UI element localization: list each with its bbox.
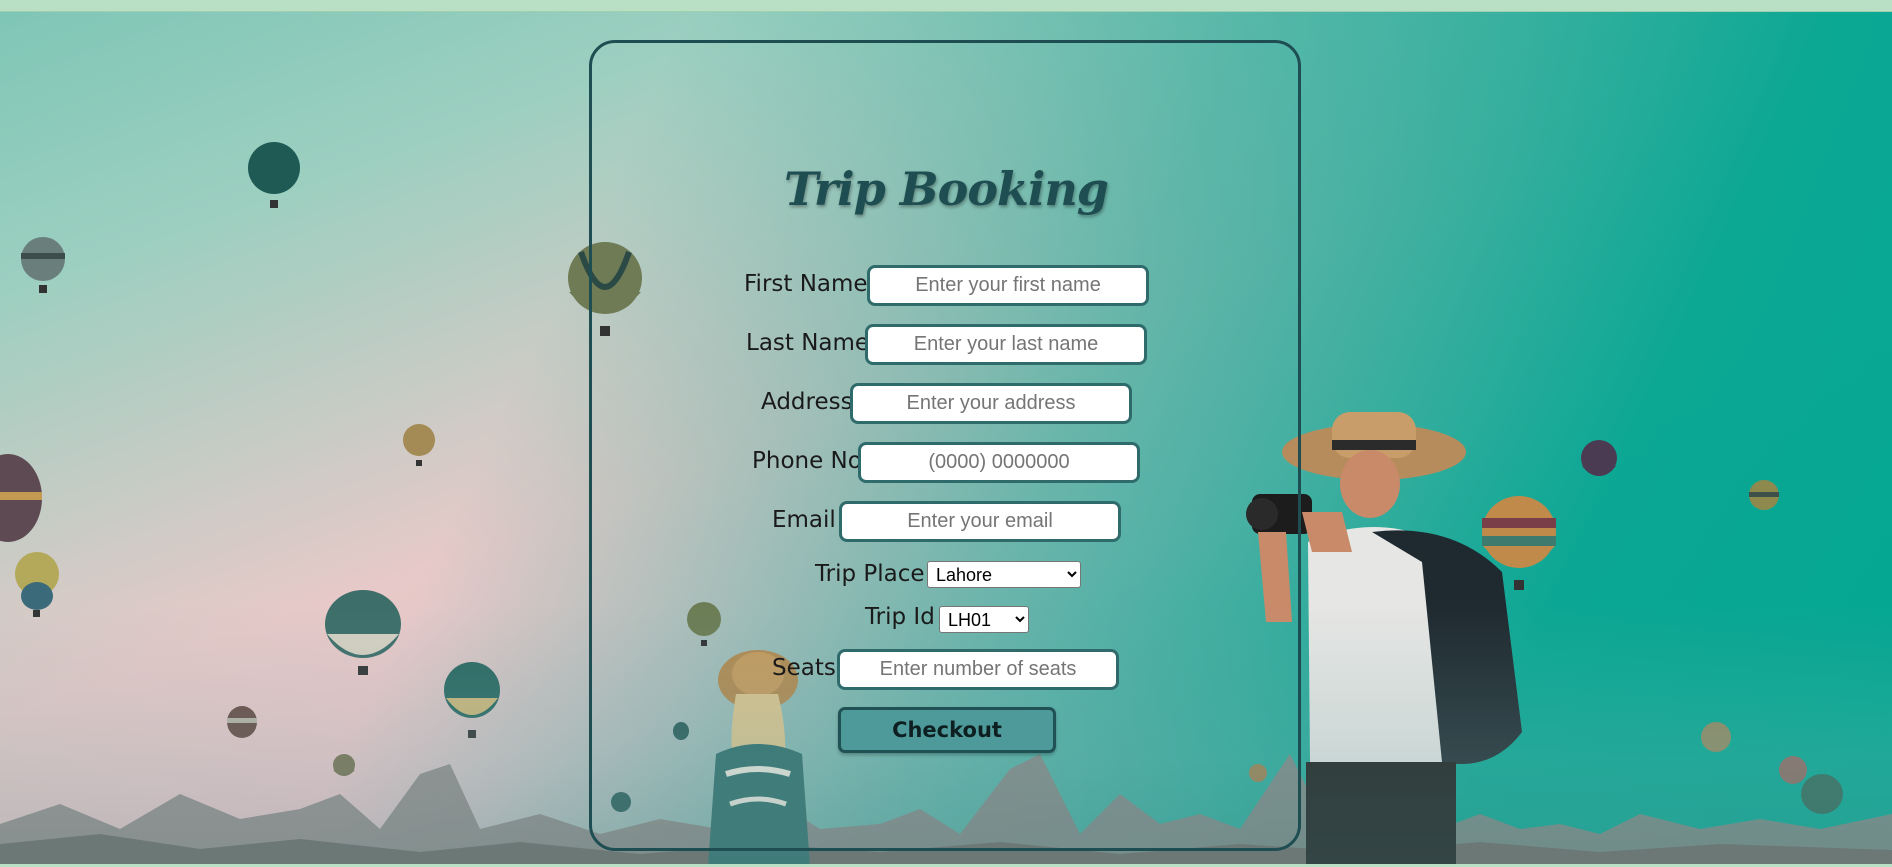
address-input[interactable]	[850, 383, 1132, 424]
balloon-icon	[444, 662, 500, 738]
trip-place-select[interactable]: Lahore	[927, 561, 1081, 588]
seats-input[interactable]	[837, 649, 1119, 690]
page-title: Trip Booking	[784, 162, 1109, 216]
balloon-icon	[21, 237, 65, 293]
balloon-icon	[227, 706, 257, 738]
balloon-icon	[333, 754, 355, 776]
last-name-input[interactable]	[865, 324, 1147, 365]
balloon-icon	[1801, 774, 1843, 814]
email-label: Email	[772, 507, 836, 533]
email-input[interactable]	[839, 501, 1121, 542]
phone-label: Phone No	[752, 448, 862, 474]
balloon-icon	[1701, 722, 1731, 752]
phone-input[interactable]	[858, 442, 1140, 483]
trip-id-label: Trip Id	[865, 604, 935, 630]
balloon-icon	[1749, 480, 1779, 510]
balloon-icon	[403, 424, 435, 466]
balloon-icon	[1779, 756, 1807, 784]
first-name-input[interactable]	[867, 265, 1149, 306]
address-label: Address	[761, 389, 853, 415]
seats-label: Seats	[772, 655, 836, 681]
first-name-label: First Name	[744, 271, 868, 297]
trip-id-select[interactable]: LH01	[939, 606, 1029, 633]
balloon-icon	[325, 590, 401, 675]
balloon-icon	[15, 552, 59, 617]
top-strip	[0, 0, 1892, 12]
checkout-button[interactable]: Checkout	[838, 707, 1056, 753]
balloon-icon	[1581, 440, 1617, 476]
last-name-label: Last Name	[746, 330, 870, 356]
trip-place-label: Trip Place	[815, 561, 925, 587]
balloon-icon	[0, 454, 42, 542]
